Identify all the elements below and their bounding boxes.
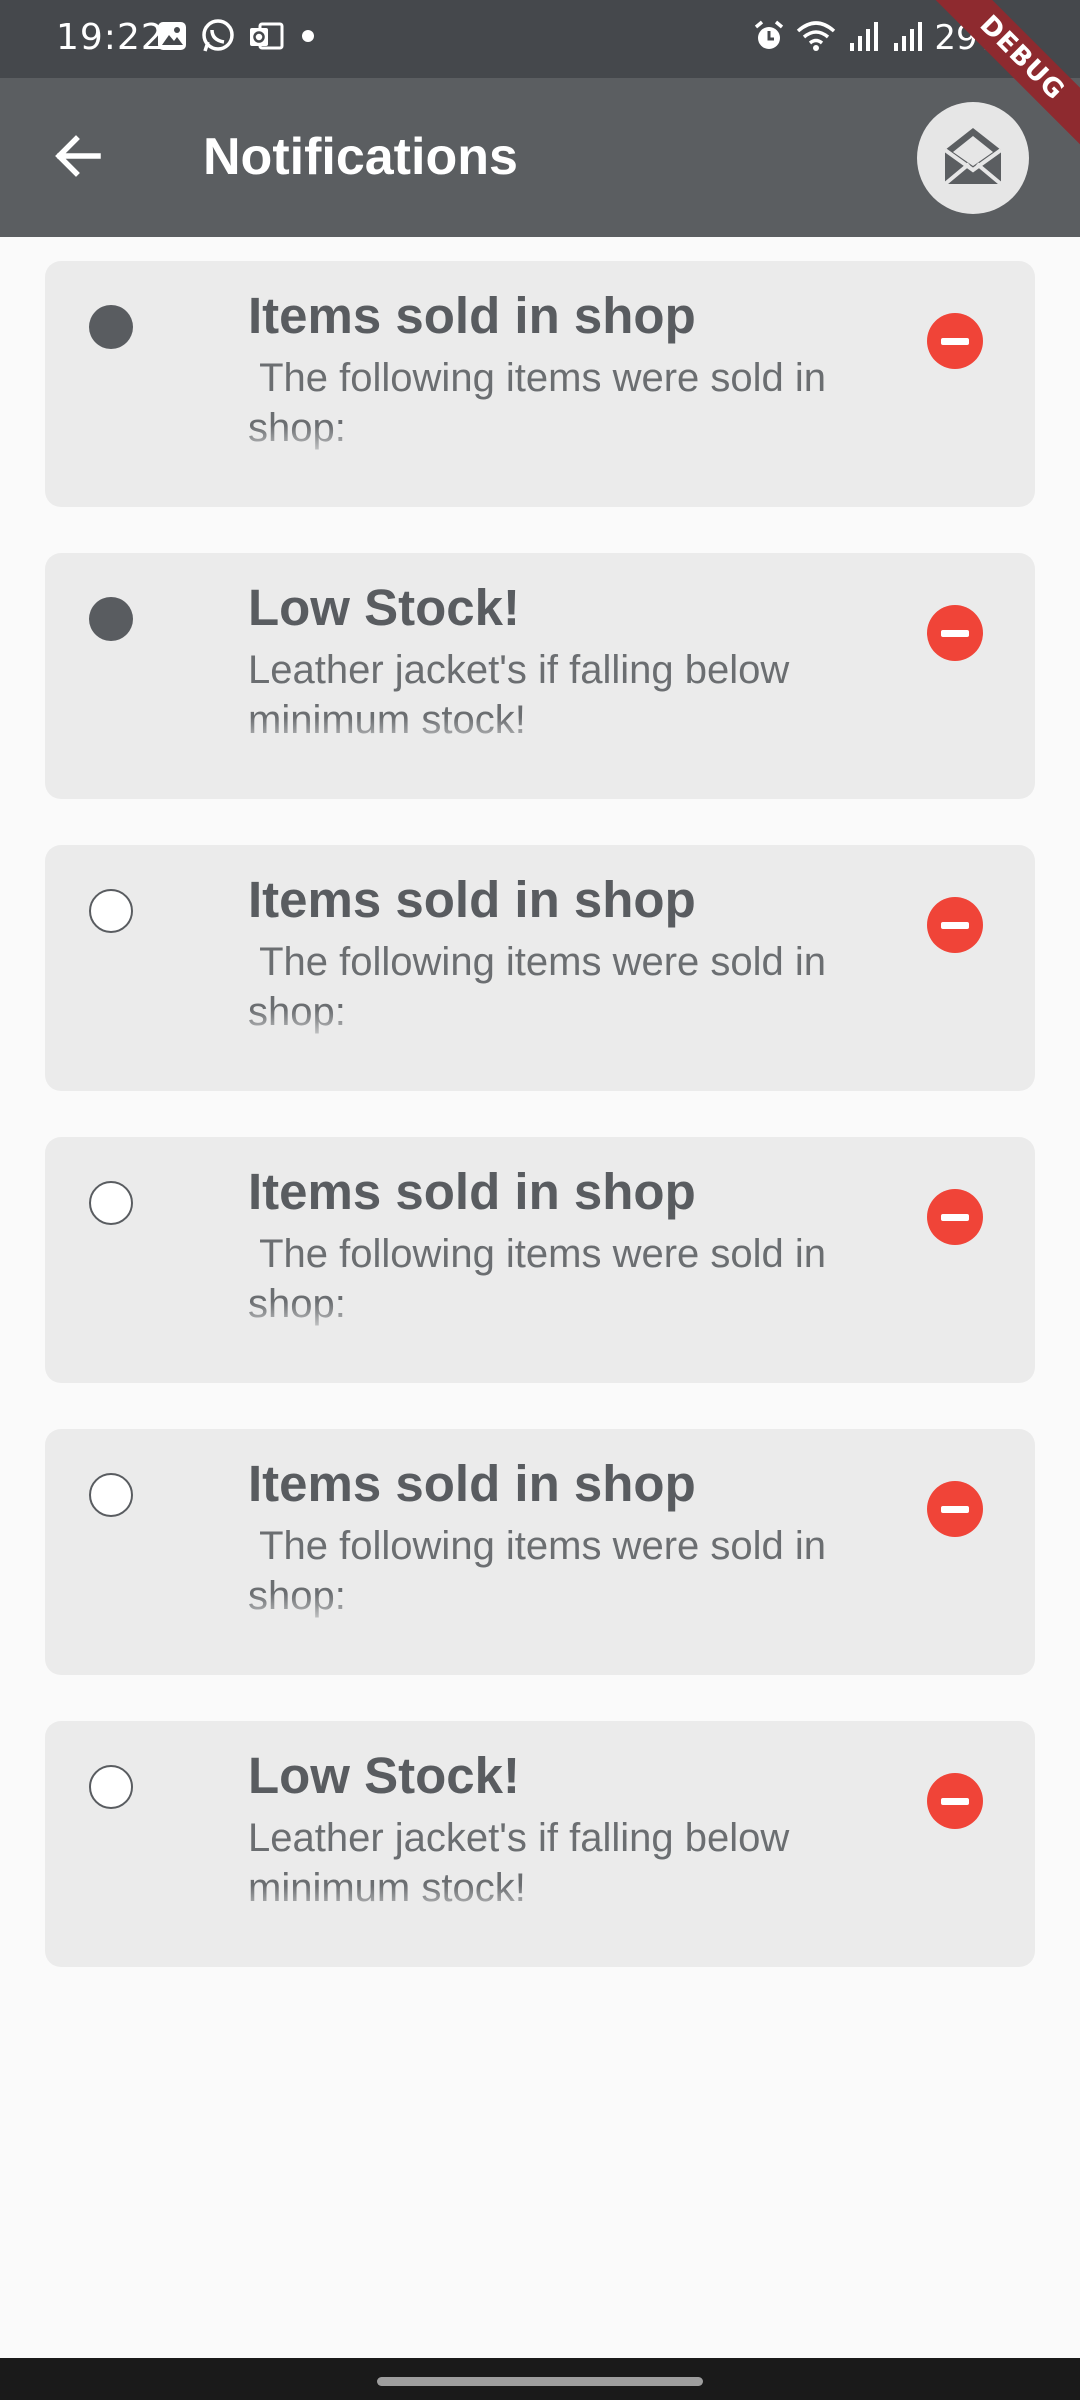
notification-card[interactable]: Items sold in shop The following items w… xyxy=(45,261,1035,507)
outlook-icon xyxy=(248,20,284,57)
notification-card[interactable]: Low Stock! Leather jacket's if falling be… xyxy=(45,553,1035,799)
notification-body: Leather jacket's if falling below minimu… xyxy=(248,1816,790,1910)
notification-list: Items sold in shop The following items w… xyxy=(45,261,1035,2013)
read-indicator[interactable] xyxy=(89,889,133,933)
minus-icon xyxy=(941,1797,969,1805)
back-button[interactable] xyxy=(44,124,112,192)
minus-icon xyxy=(941,1505,969,1513)
read-indicator[interactable] xyxy=(89,1181,133,1225)
notification-body: The following items were sold in shop: xyxy=(248,356,827,450)
signal-icon xyxy=(890,19,924,58)
gallery-icon xyxy=(156,20,188,57)
status-left-icons xyxy=(156,18,320,59)
notification-card[interactable]: Items sold in shop The following items w… xyxy=(45,1137,1035,1383)
notification-body: The following items were sold in shop: xyxy=(248,1524,827,1618)
envelope-open-icon xyxy=(941,124,1005,193)
minus-icon xyxy=(941,921,969,929)
remove-notification-button[interactable] xyxy=(927,1773,983,1829)
remove-notification-button[interactable] xyxy=(927,1481,983,1537)
unread-indicator[interactable] xyxy=(89,597,133,641)
notification-title: Low Stock! xyxy=(248,579,521,636)
notification-card[interactable]: Items sold in shop The following items w… xyxy=(45,1429,1035,1675)
remove-notification-button[interactable] xyxy=(927,313,983,369)
app-bar: Notifications xyxy=(0,78,1080,237)
notification-title: Low Stock! xyxy=(248,1747,521,1804)
remove-notification-button[interactable] xyxy=(927,1189,983,1245)
arrow-left-icon xyxy=(52,130,104,187)
dot-icon xyxy=(296,24,320,53)
unread-indicator[interactable] xyxy=(89,305,133,349)
notification-body: Leather jacket's if falling below minimu… xyxy=(248,648,790,742)
home-indicator[interactable] xyxy=(377,2377,703,2386)
notification-title: Items sold in shop xyxy=(248,287,696,344)
minus-icon xyxy=(941,1213,969,1221)
notification-title: Items sold in shop xyxy=(248,1455,696,1512)
navigation-bar xyxy=(0,2358,1080,2400)
minus-icon xyxy=(941,337,969,345)
notification-card[interactable]: Low Stock! Leather jacket's if falling be… xyxy=(45,1721,1035,1967)
page-title: Notifications xyxy=(203,128,518,186)
wifi-icon xyxy=(796,19,836,58)
notification-title: Items sold in shop xyxy=(248,871,696,928)
read-indicator[interactable] xyxy=(89,1765,133,1809)
remove-notification-button[interactable] xyxy=(927,897,983,953)
read-indicator[interactable] xyxy=(89,1473,133,1517)
whatsapp-icon xyxy=(200,18,236,59)
mark-all-read-button[interactable] xyxy=(917,102,1029,214)
notification-body: The following items were sold in shop: xyxy=(248,940,827,1034)
status-bar: 19:22 29% xyxy=(0,0,1080,78)
notification-body: The following items were sold in shop: xyxy=(248,1232,827,1326)
remove-notification-button[interactable] xyxy=(927,605,983,661)
notification-title: Items sold in shop xyxy=(248,1163,696,1220)
alarm-icon xyxy=(752,19,786,58)
notification-card[interactable]: Items sold in shop The following items w… xyxy=(45,845,1035,1091)
signal-icon xyxy=(846,19,880,58)
status-time: 19:22 xyxy=(56,17,165,58)
minus-icon xyxy=(941,629,969,637)
